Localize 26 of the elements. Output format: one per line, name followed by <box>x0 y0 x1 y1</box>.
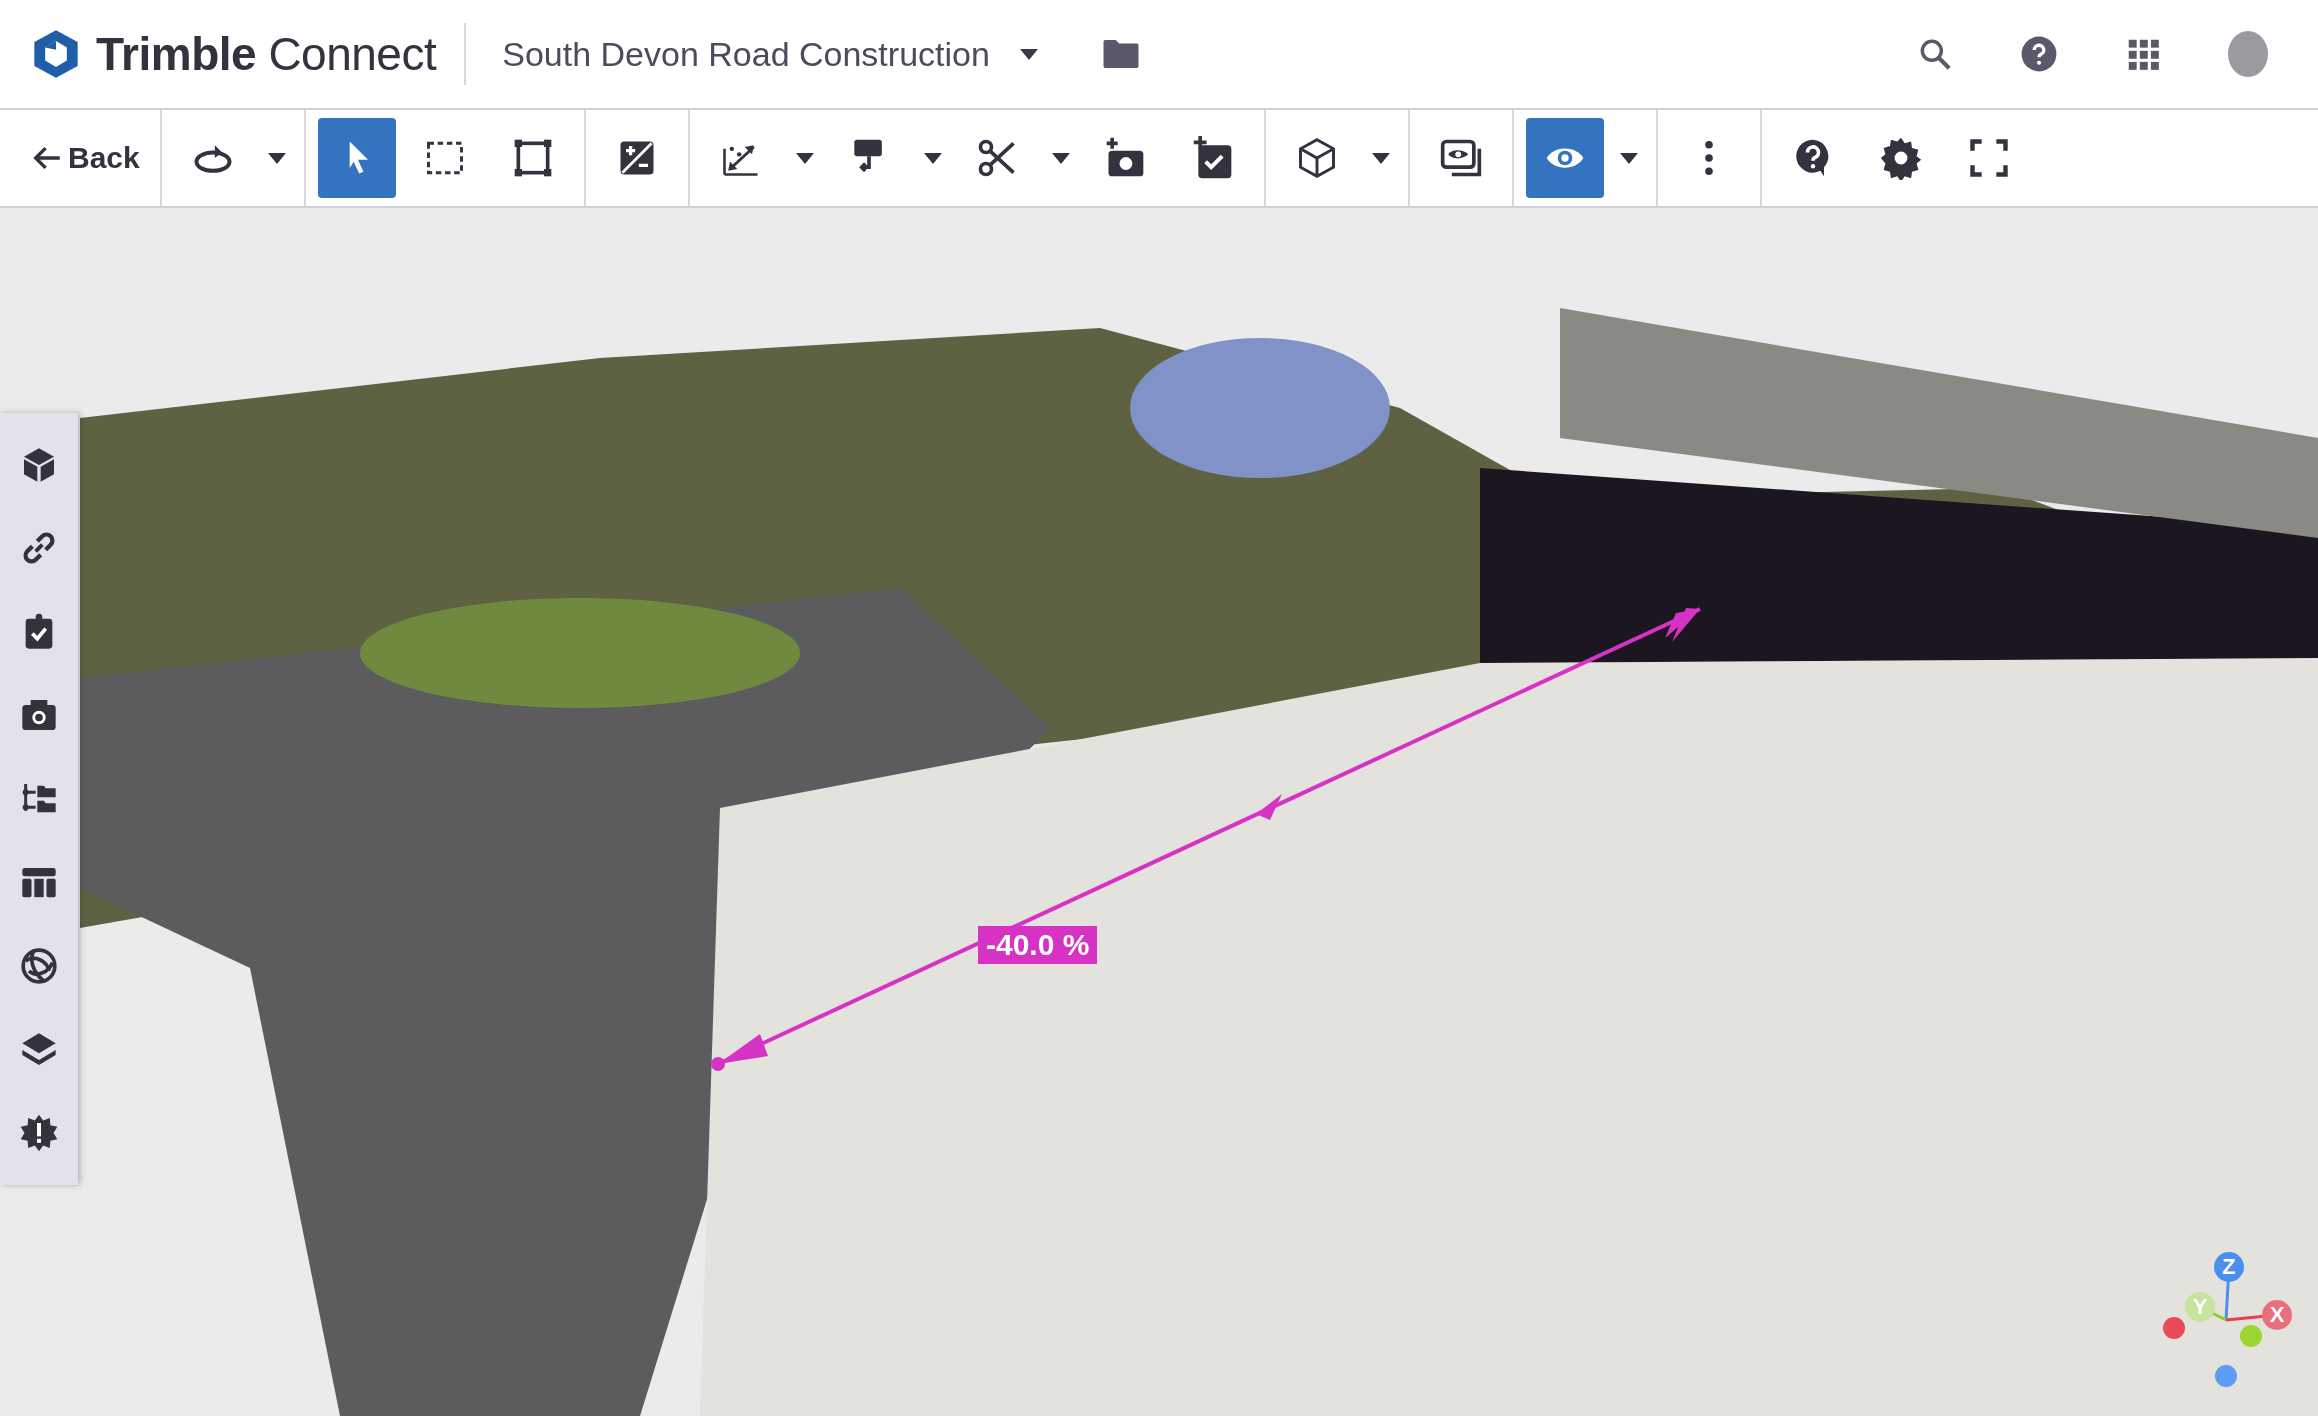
caret-icon <box>923 152 942 164</box>
caret-icon <box>267 152 286 164</box>
negative-z-dot <box>2215 1365 2237 1387</box>
sphere-icon[interactable] <box>19 946 59 987</box>
caret-icon <box>1051 152 1070 164</box>
caret-icon <box>1371 152 1390 164</box>
negative-x-dot <box>2163 1317 2185 1339</box>
axis-label: X <box>2269 1302 2285 1327</box>
axis-handle[interactable] <box>2185 1292 2215 1322</box>
settings-icon <box>1878 136 1923 180</box>
slope-measurement-label: -40.0 % <box>978 926 1098 964</box>
caret-icon <box>1019 48 1038 60</box>
axis-handle[interactable] <box>2214 1252 2244 1282</box>
negative-y-dot <box>2240 1325 2262 1347</box>
back-button[interactable]: Back <box>12 118 148 198</box>
caret-icon <box>795 152 814 164</box>
axis-handle[interactable] <box>2262 1300 2292 1330</box>
avatar[interactable] <box>2228 31 2268 77</box>
help-icon[interactable] <box>2020 35 2058 73</box>
axis-label: Y <box>2192 1294 2208 1319</box>
axis-label: Z <box>2222 1254 2236 1279</box>
more-icon <box>1703 140 1714 176</box>
caret-icon <box>1619 152 1638 164</box>
alert-badge-icon[interactable] <box>19 1113 59 1154</box>
project-dropdown[interactable]: South Devon Road Construction <box>494 34 1046 74</box>
app-logo-text: Trimble Connect <box>96 27 437 81</box>
